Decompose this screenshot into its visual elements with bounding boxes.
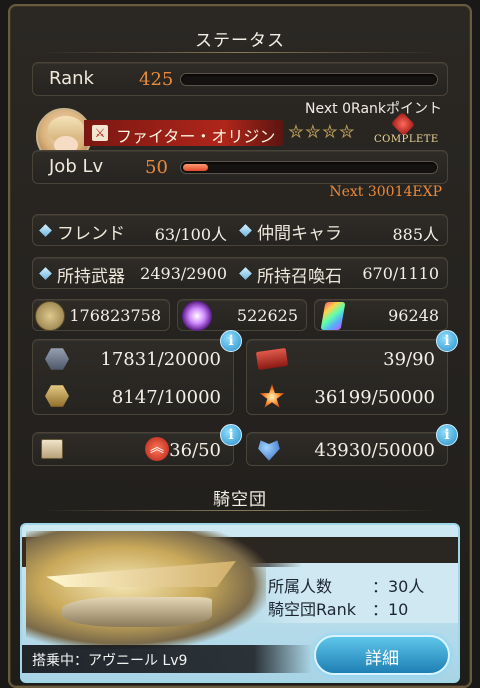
sword-icon: ⚔	[92, 125, 108, 141]
stat1-value: 17831/20000	[100, 349, 221, 370]
rank-label: Rank	[49, 68, 94, 89]
prism-icon	[320, 302, 346, 330]
friends-panel: フレンド 63/100人 仲間キャラ 885人	[32, 214, 448, 246]
info-icon[interactable]: i	[220, 424, 242, 446]
stat5-value: 36/50	[169, 440, 221, 461]
info-icon[interactable]: i	[220, 330, 242, 352]
hexagon-gold-icon	[45, 385, 69, 407]
rank-panel: Rank 425	[32, 62, 448, 96]
members-value: ：30人	[372, 577, 425, 596]
crew-card[interactable]: 所属人数 ：30人 騎空団Rank ：10 搭乗中：アヴニール Lv9 詳細	[20, 523, 460, 683]
burst-icon	[259, 384, 285, 408]
complete-label: COMPLETE	[374, 134, 439, 145]
info-icon[interactable]: i	[436, 330, 458, 352]
airship-name: 搭乗中：アヴニール Lv9	[32, 653, 188, 669]
crew-title: 騎空団	[213, 490, 267, 510]
hexagon-icon	[45, 348, 69, 370]
weapons-label: 所持武器	[57, 267, 125, 287]
joblv-panel: Job Lv 50	[32, 150, 448, 184]
diamond-icon	[39, 267, 52, 280]
crew-rank-value: ：10	[372, 600, 409, 619]
gem-icon	[390, 111, 416, 137]
ally-label: 仲間キャラ	[257, 224, 342, 244]
ticket-icon	[255, 348, 289, 370]
job-name: ファイター・オリジン	[116, 127, 276, 146]
detail-button[interactable]: 詳細	[314, 635, 450, 675]
inventory-panel: 所持武器 2493/2900 所持召喚石 670/1110	[32, 257, 448, 289]
box-icon	[41, 439, 63, 459]
diamond-icon	[239, 267, 252, 280]
stat6-value: 43930/50000	[314, 440, 435, 461]
friend-value: 63/100人	[154, 225, 227, 244]
stats-panel-left: 17831/20000 8147/10000	[32, 339, 234, 415]
star-icon: ✮	[304, 121, 322, 143]
star-icon: ✮	[288, 121, 305, 143]
heart-gem-icon	[258, 440, 280, 461]
rupie-value: 176823758	[69, 306, 161, 325]
summons-label: 所持召喚石	[257, 267, 342, 287]
rupie-panel: 176823758	[32, 299, 170, 331]
job-banner[interactable]: ⚔ ファイター・オリジン	[84, 120, 284, 146]
diamond-icon	[39, 224, 52, 237]
info-icon[interactable]: i	[436, 424, 458, 446]
crew-divider	[40, 510, 440, 511]
rupie-icon	[35, 301, 65, 331]
diamond-icon	[239, 224, 252, 237]
crew-rank-label: 騎空団Rank	[268, 600, 356, 619]
ally-value: 885人	[392, 225, 439, 244]
prism-value: 96248	[388, 306, 439, 325]
star-icon: ✮	[321, 121, 339, 143]
rank-progress-bar	[180, 73, 438, 86]
joblv-label: Job Lv	[49, 156, 104, 177]
stats-panel-right: 39/90 36199/50000	[246, 339, 448, 415]
joblv-progress-fill	[183, 164, 209, 171]
stat4-value: 36199/50000	[314, 387, 435, 408]
rank-value: 425	[139, 69, 174, 90]
joblv-progress-bar	[180, 161, 438, 174]
members-label: 所属人数	[268, 577, 333, 596]
crystal-icon	[182, 301, 212, 331]
airship-image	[26, 531, 266, 649]
stat2-value: 39/90	[383, 349, 435, 370]
stats-panel-right-2: 43930/50000	[246, 432, 448, 466]
title-divider	[40, 52, 440, 53]
summons-value: 670/1110	[362, 264, 439, 283]
status-title: ステータス	[195, 31, 285, 51]
rank-up-icon: ︽	[145, 437, 169, 461]
airship-bar: 搭乗中：アヴニール Lv9	[22, 645, 312, 673]
friend-label: フレンド	[57, 224, 125, 244]
star-icon: ✮	[338, 121, 356, 143]
next-exp-text: Next 30014EXP	[329, 184, 442, 200]
joblv-value: 50	[145, 157, 168, 178]
prism-panel: 96248	[314, 299, 448, 331]
next-rank-text: Next 0Rankポイント	[305, 101, 442, 117]
crystal-panel: 522625	[177, 299, 307, 331]
stat3-value: 8147/10000	[111, 387, 221, 408]
stats-panel-left-2: ︽ 36/50	[32, 432, 234, 466]
weapons-value: 2493/2900	[140, 264, 227, 283]
complete-badge: COMPLETE	[372, 111, 439, 150]
job-stars: ✮✮✮✮	[288, 121, 356, 143]
crystal-value: 522625	[236, 306, 298, 325]
detail-button-label: 詳細	[365, 649, 399, 669]
